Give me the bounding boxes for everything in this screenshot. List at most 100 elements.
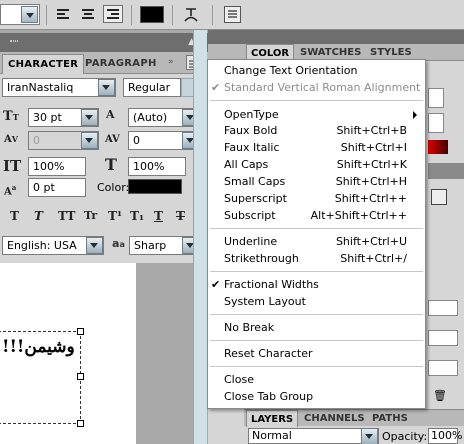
menu-item-strikethrough[interactable]: Strikethrough Shift+Ctrl+/ [208, 250, 425, 267]
baseline-shift-value: 0 pt [33, 181, 55, 194]
color-label: Color: [97, 181, 130, 194]
antialias-dropdown[interactable]: Sharp [129, 236, 200, 255]
transform-handle[interactable] [77, 373, 84, 380]
toolbar-divider [46, 5, 47, 25]
horizontal-scale-field[interactable]: 100% [128, 157, 186, 176]
character-panel-toggle-icon[interactable] [224, 6, 241, 23]
right-panel-header[interactable] [208, 30, 464, 44]
character-panel: ▲▼ CHARACTER PARAGRAPH » IranNastaliq Re… [0, 33, 208, 263]
color-ramp[interactable] [428, 140, 448, 154]
menu-item-faux-italic[interactable]: Faux Italic Shift+Ctrl+I [208, 139, 425, 156]
transform-handle[interactable] [77, 420, 84, 427]
menu-item-underline[interactable]: Underline Shift+Ctrl+U [208, 233, 425, 250]
align-right-button[interactable] [103, 5, 123, 23]
superscript-button[interactable]: T¹ [108, 209, 122, 223]
panel-field[interactable] [428, 330, 458, 346]
toolbar-divider [212, 5, 213, 25]
menu-item-reset-character[interactable]: Reset Character [208, 345, 425, 362]
font-style-dropdown[interactable]: Regular [123, 78, 181, 97]
panel-field[interactable] [428, 300, 458, 316]
text-color-swatch[interactable] [140, 6, 164, 23]
chevron-down-icon[interactable] [81, 109, 98, 126]
language-dropdown[interactable]: English: USA [2, 236, 104, 255]
blend-mode-value: Normal [252, 429, 292, 442]
tab-paths[interactable]: PATHS [368, 410, 412, 427]
chevron-down-icon[interactable] [21, 6, 38, 23]
expand-tabs-icon[interactable]: » [168, 57, 174, 67]
vertical-scale-value: 100% [33, 160, 65, 173]
align-left-button[interactable] [53, 5, 73, 23]
kerning-value: 0 [33, 134, 40, 147]
menu-separator [210, 100, 423, 101]
horizontal-scale-value: 100% [133, 160, 165, 173]
font-size-field[interactable]: 30 pt [28, 108, 99, 127]
tab-character[interactable]: CHARACTER [2, 54, 85, 74]
blend-mode-dropdown[interactable]: Normal [248, 428, 379, 444]
menu-item-small-caps[interactable]: Small Caps Shift+Ctrl+H [208, 173, 425, 190]
menu-item-all-caps[interactable]: All Caps Shift+Ctrl+K [208, 156, 425, 173]
tab-layers[interactable]: LAYERS [246, 410, 299, 427]
trash-icon[interactable]: 🗑 [433, 389, 447, 402]
tab-channels[interactable]: CHANNELS [300, 410, 369, 427]
menu-item-faux-bold[interactable]: Faux Bold Shift+Ctrl+B [208, 122, 425, 139]
toolbar-divider [131, 5, 132, 25]
all-caps-button[interactable]: TT [58, 209, 75, 223]
chevron-down-icon[interactable] [81, 132, 98, 149]
text-options-dropdown[interactable] [0, 4, 40, 25]
baseline-shift-icon: Aa [4, 183, 17, 198]
align-center-button[interactable] [78, 5, 98, 23]
small-caps-button[interactable]: Tr [84, 209, 97, 223]
character-tabbar: CHARACTER PARAGRAPH » [0, 52, 208, 74]
antialias-icon: aa [112, 237, 125, 250]
chevron-down-icon[interactable] [361, 428, 378, 444]
tracking-field[interactable]: 0 [128, 131, 200, 150]
menu-item-fractional-widths[interactable]: ✔ Fractional Widths [208, 276, 425, 293]
menu-item-no-break[interactable]: No Break [208, 319, 425, 336]
faux-italic-button[interactable]: T [34, 209, 43, 223]
vertical-scale-field[interactable]: 100% [28, 157, 86, 176]
menu-item-change-text-orientation[interactable]: Change Text Orientation [208, 62, 425, 79]
language-value: English: USA [7, 239, 77, 252]
font-style-value: Regular [128, 81, 171, 94]
menu-item-subscript[interactable]: Subscript Alt+Shift+Ctrl++ [208, 207, 425, 224]
color-value-field[interactable] [428, 113, 444, 133]
font-family-dropdown[interactable]: IranNastaliq [2, 78, 116, 97]
menu-item-close[interactable]: Close [208, 371, 425, 388]
panel-header-strip[interactable]: ▲▼ [0, 33, 208, 52]
opacity-label: Opacity: [382, 430, 428, 443]
transform-handle[interactable] [77, 328, 84, 335]
warp-text-icon[interactable] [183, 6, 199, 24]
font-family-value: IranNastaliq [7, 81, 74, 94]
submenu-arrow-icon [413, 111, 417, 119]
opacity-field[interactable]: 100% [428, 428, 462, 444]
chevron-down-icon[interactable] [98, 79, 115, 96]
character-color-swatch[interactable] [128, 179, 182, 194]
menu-separator [210, 340, 423, 341]
chevron-down-icon[interactable] [86, 237, 103, 254]
panel-field[interactable] [428, 360, 458, 376]
menu-separator [210, 228, 423, 229]
kerning-field[interactable]: 0 [28, 131, 99, 150]
menu-item-superscript[interactable]: Superscript Shift+Ctrl++ [208, 190, 425, 207]
font-size-icon: TT [3, 109, 19, 124]
canvas-text-layer[interactable]: !!!وشیمن [2, 337, 86, 357]
font-size-value: 30 pt [33, 111, 62, 124]
underline-button[interactable]: T [154, 209, 163, 223]
menu-separator [210, 271, 423, 272]
adjustment-icon[interactable] [431, 189, 447, 205]
color-value-field[interactable] [428, 88, 444, 108]
menu-separator [210, 366, 423, 367]
strikethrough-button[interactable]: T [176, 209, 185, 223]
character-panel-menu: Change Text Orientation ✔ Standard Vertic… [207, 59, 426, 409]
tab-paragraph[interactable]: PARAGRAPH [80, 54, 162, 74]
subscript-button[interactable]: T₁ [130, 209, 144, 223]
grip-icon[interactable] [10, 40, 18, 42]
menu-item-close-tab-group[interactable]: Close Tab Group [208, 388, 425, 405]
menu-item-standard-vertical-roman-alignment[interactable]: ✔ Standard Vertical Roman Alignment [208, 79, 425, 96]
menu-item-system-layout[interactable]: System Layout [208, 293, 425, 310]
baseline-shift-field[interactable]: 0 pt [28, 178, 86, 197]
faux-bold-button[interactable]: T [10, 209, 19, 223]
tracking-icon: AV [105, 134, 120, 145]
leading-field[interactable]: (Auto) [128, 108, 200, 127]
menu-item-opentype[interactable]: OpenType [208, 106, 425, 123]
